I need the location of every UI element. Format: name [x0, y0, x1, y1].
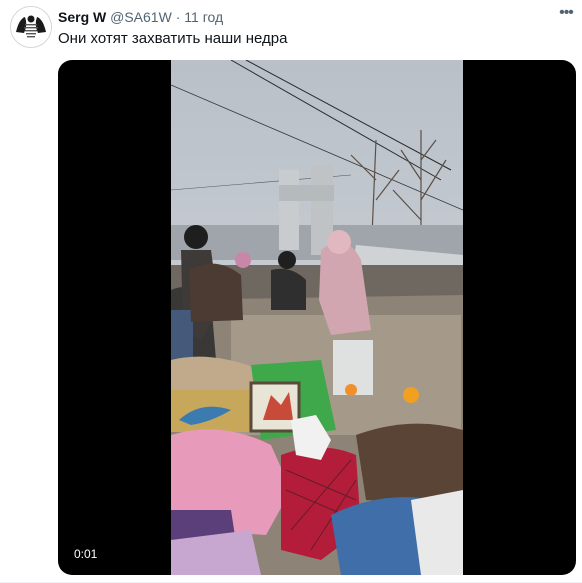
video-player[interactable]: 0:01 [58, 60, 576, 575]
avatar-image [11, 7, 51, 47]
separator-dot: · [175, 9, 181, 25]
avatar[interactable] [10, 6, 52, 48]
author-name[interactable]: Serg W [58, 9, 106, 25]
more-horizontal-icon: ••• [559, 4, 574, 21]
tweet-card[interactable]: Serg W @SA61W · 11 год ••• Они хотят зах… [0, 0, 582, 583]
more-options-button[interactable]: ••• [556, 4, 576, 24]
tweet-header: Serg W @SA61W · 11 год [58, 8, 223, 26]
tweet-text: Они хотят захватить наши недра [58, 30, 288, 47]
author-handle[interactable]: @SA61W [110, 9, 172, 25]
video-frame [171, 60, 463, 575]
tweet-timestamp[interactable]: 11 год [184, 9, 223, 25]
video-duration: 0:01 [74, 547, 98, 561]
